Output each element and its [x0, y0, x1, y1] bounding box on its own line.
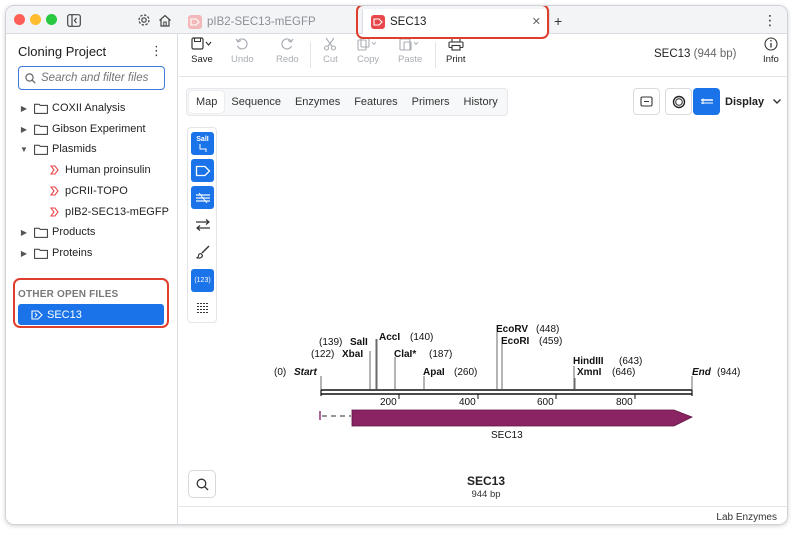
site-label-xmni: XmnI	[577, 367, 602, 378]
site-position-sali: (139)	[319, 337, 342, 348]
highlight-other-open-files	[13, 278, 169, 328]
zoom-search-button[interactable]	[188, 470, 216, 498]
map-title: SEC13	[466, 474, 506, 488]
site-position-clai: (187)	[429, 349, 452, 360]
site-position-ecori: (459)	[539, 336, 562, 347]
highlight-active-tab	[356, 6, 549, 39]
ruler-tick-label: 400	[459, 397, 476, 408]
start-label: Start	[294, 367, 317, 378]
end-label: End	[692, 367, 712, 378]
end-position: (944)	[717, 367, 740, 378]
site-position-ecorv: (448)	[536, 324, 559, 335]
ruler-tick-label: 800	[616, 397, 633, 408]
site-label-apai: ApaI	[423, 367, 445, 378]
linear-map-canvas: 200 400 600 800 (0) Start End (944) (139…	[274, 324, 740, 441]
feature-label: SEC13	[491, 430, 523, 441]
enzyme-set-label[interactable]: Lab Enzymes	[716, 512, 777, 523]
site-position-apai: (260)	[454, 367, 477, 378]
site-label-acci: AccI	[379, 332, 400, 343]
feature-arrow-sec13[interactable]	[351, 409, 693, 427]
map-subtitle: 944 bp	[471, 489, 501, 500]
start-position: (0)	[274, 367, 286, 378]
site-label-xbai: XbaI	[342, 349, 363, 360]
ruler-tick-label: 600	[537, 397, 554, 408]
site-position-hindiii: (643)	[619, 356, 642, 367]
search-icon	[196, 478, 208, 490]
site-position-acci: (140)	[410, 332, 433, 343]
site-label-sali: SalI	[350, 337, 368, 348]
site-position-xmni: (646)	[612, 367, 635, 378]
site-label-clai: ClaI*	[394, 349, 416, 360]
site-label-hindiii: HindIII	[573, 356, 604, 367]
site-position-xbai: (122)	[311, 349, 334, 360]
site-label-ecori: EcoRI	[501, 336, 530, 347]
app-window: pIB2-SEC13-mEGFP SEC13 ✕ + ⋮ Cloning Pro…	[5, 5, 788, 525]
ruler-tick-label: 200	[380, 397, 397, 408]
status-bar: Lab Enzymes	[179, 506, 787, 524]
site-label-ecorv: EcoRV	[496, 324, 528, 335]
